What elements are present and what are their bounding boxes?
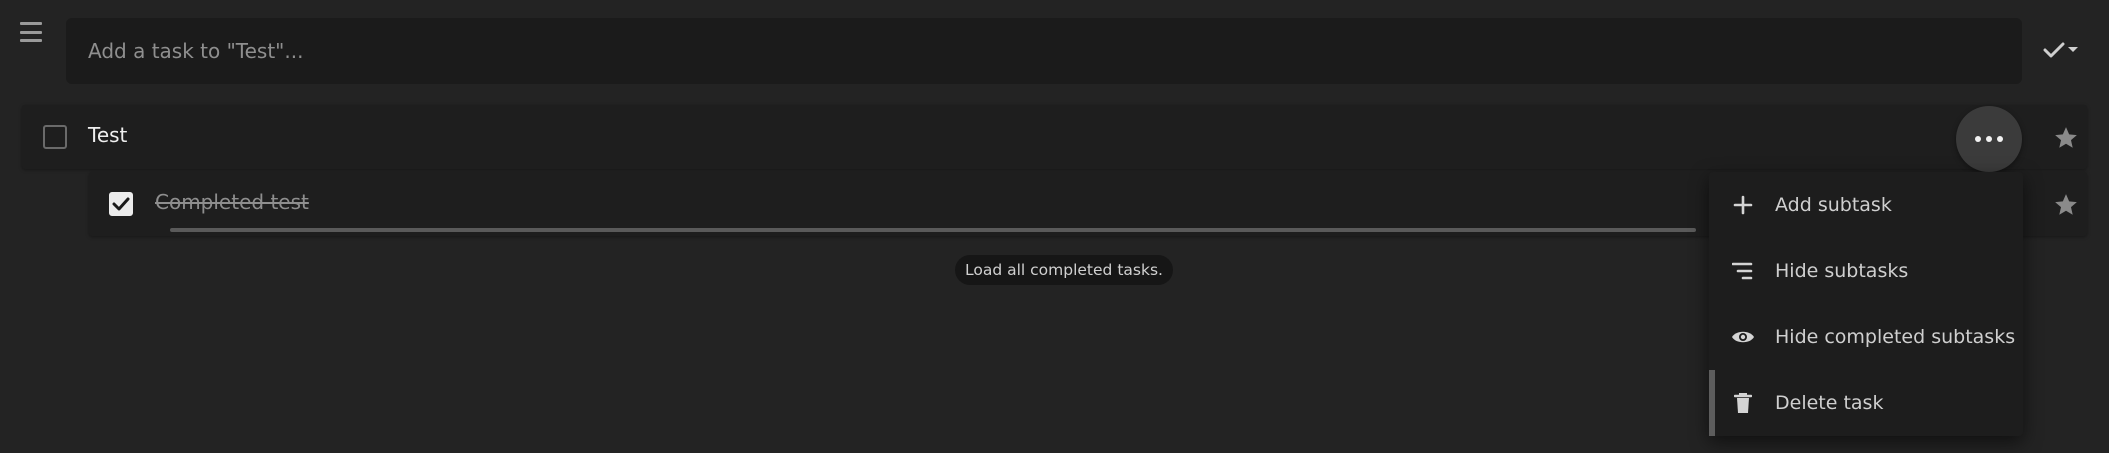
task-title[interactable]: Test [88,123,127,147]
check-icon [2043,42,2065,58]
menu-item-delete-task[interactable]: Delete task [1709,370,2023,436]
menu-scroll-indicator [1709,370,1715,436]
task-row[interactable]: Test [22,105,2087,169]
subtask-checkbox-checked[interactable] [109,192,133,216]
checkmark-icon [112,197,130,211]
task-options-menu: Add subtask Hide subtasks Hide completed… [1709,172,2023,436]
menu-item-label: Add subtask [1775,194,1892,216]
more-options-button[interactable] [1956,106,2022,172]
menu-item-hide-subtasks[interactable]: Hide subtasks [1709,238,2023,304]
hamburger-menu-icon[interactable] [20,22,42,42]
menu-item-label: Hide subtasks [1775,260,1909,282]
trash-icon [1731,391,1755,415]
menu-item-label: Delete task [1775,392,1884,414]
star-icon[interactable] [2053,125,2079,151]
subtask-title[interactable]: Completed test [155,190,309,214]
eye-icon [1731,325,1755,349]
plus-icon [1731,193,1755,217]
subtask-progress-bar [170,228,1696,232]
menu-item-add-subtask[interactable]: Add subtask [1709,172,2023,238]
load-completed-tasks-button[interactable]: Load all completed tasks. [955,255,1173,285]
menu-item-hide-completed-subtasks[interactable]: Hide completed subtasks [1709,304,2023,370]
add-task-input[interactable] [88,18,2022,84]
caret-down-icon [2068,47,2078,52]
subtasks-icon [1731,259,1755,283]
sort-options-button[interactable] [2043,37,2083,63]
add-task-bar[interactable] [66,18,2022,84]
menu-item-label: Hide completed subtasks [1775,326,2016,348]
task-checkbox[interactable] [43,125,67,149]
star-icon[interactable] [2053,192,2079,218]
app-root: Test Completed test Load all completed t… [0,0,2109,453]
